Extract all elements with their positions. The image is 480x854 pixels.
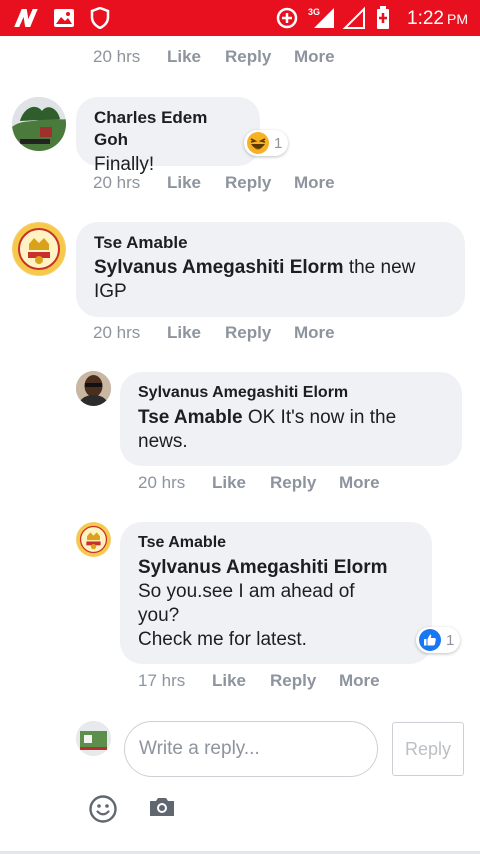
reply-input-placeholder: Write a reply... <box>139 738 260 759</box>
more-button[interactable]: More <box>339 671 380 691</box>
clock-time: 1:22 <box>407 8 444 29</box>
battery-icon <box>374 6 392 30</box>
profile-photo-icon <box>76 371 111 406</box>
mention-link[interactable]: Tse Amable <box>138 407 243 428</box>
status-bar: 3G 1:22 PM <box>0 0 480 36</box>
avatar[interactable] <box>12 222 66 276</box>
more-button[interactable]: More <box>294 47 335 67</box>
shield-icon <box>88 6 112 30</box>
comment-text-line: So you.see I am ahead of <box>138 581 355 602</box>
reply-button[interactable]: Reply <box>270 473 316 493</box>
clock-ampm: PM <box>447 11 468 27</box>
haha-emoji-icon <box>247 132 269 154</box>
comment-author[interactable]: Tse Amable <box>138 532 414 554</box>
avatar[interactable] <box>12 97 66 151</box>
mention-link[interactable]: Sylvanus Amegashiti Elorm <box>94 257 344 278</box>
comment-text-line: IGP <box>94 281 127 302</box>
reply-bubble: Tse Amable Sylvanus Amegashiti Elorm So y… <box>120 522 432 664</box>
reply-input[interactable]: Write a reply... <box>124 721 378 777</box>
like-button[interactable]: Like <box>212 473 246 493</box>
reply-button[interactable]: Reply <box>225 323 271 343</box>
gallery-icon <box>52 6 76 30</box>
comment-text: Sylvanus Amegashiti Elorm So you.see I am… <box>138 556 414 652</box>
comment-time: 20 hrs <box>93 323 141 342</box>
comment-time: 20 hrs <box>93 47 141 66</box>
like-button[interactable]: Like <box>167 173 201 193</box>
comment-author[interactable]: Charles Edem Goh <box>94 107 242 151</box>
like-button[interactable]: Like <box>212 671 246 691</box>
like-button[interactable]: Like <box>167 323 201 343</box>
my-avatar <box>76 721 111 756</box>
comment-time: 20 hrs <box>138 473 186 492</box>
avatar-photo-icon <box>12 97 66 151</box>
camera-icon[interactable] <box>148 795 178 821</box>
comment-bubble: Tse Amable Sylvanus Amegashiti Elorm the… <box>76 222 465 317</box>
reply-submit-button[interactable]: Reply <box>392 722 464 776</box>
reaction-count: 1 <box>274 134 283 152</box>
avatar[interactable] <box>76 522 111 557</box>
reply-button[interactable]: Reply <box>225 47 271 67</box>
signal-icon: 3G <box>306 6 338 30</box>
comment-bubble: Charles Edem Goh Finally! <box>76 97 260 175</box>
comment-time: 17 hrs <box>138 671 186 690</box>
more-button[interactable]: More <box>294 173 335 193</box>
mention-link[interactable]: Sylvanus Amegashiti Elorm <box>138 557 388 578</box>
kingdom-logo-icon <box>13 223 65 275</box>
reaction-badge[interactable]: 1 <box>416 627 461 653</box>
news-app-icon <box>12 6 42 30</box>
reply-button[interactable]: Reply <box>270 671 316 691</box>
reply-button[interactable]: Reply <box>225 173 271 193</box>
comment-text-line: the new <box>343 257 416 278</box>
more-button[interactable]: More <box>294 323 335 343</box>
like-thumb-icon <box>419 629 441 651</box>
comment-time: 20 hrs <box>93 173 141 192</box>
comment-text-line: news. <box>138 431 188 452</box>
comment-text-line: Check me for latest. <box>138 629 307 650</box>
reply-bubble: Sylvanus Amegashiti Elorm Tse Amable OK … <box>120 372 462 466</box>
emoji-icon[interactable] <box>88 794 118 824</box>
comment-text: Sylvanus Amegashiti Elorm the new IGP <box>94 256 447 304</box>
comment-text-line: OK It's now in the <box>242 407 397 428</box>
kingdom-logo-icon <box>76 522 111 557</box>
reply-submit-label: Reply <box>404 738 452 759</box>
reaction-badge[interactable]: 1 <box>244 130 289 156</box>
comment-text: Tse Amable OK It's now in the news. <box>138 406 444 454</box>
clock: 1:22 PM <box>407 8 468 30</box>
data-saver-icon <box>274 6 300 30</box>
no-signal-icon <box>342 6 366 30</box>
reaction-count: 1 <box>446 631 455 649</box>
comment-text-line: you? <box>138 605 180 626</box>
comment-author[interactable]: Sylvanus Amegashiti Elorm <box>138 382 444 404</box>
comment-author[interactable]: Tse Amable <box>94 232 447 254</box>
avatar[interactable] <box>76 371 111 406</box>
network-type-label: 3G <box>308 7 320 17</box>
more-button[interactable]: More <box>339 473 380 493</box>
like-button[interactable]: Like <box>167 47 201 67</box>
profile-photo-icon <box>76 721 111 756</box>
